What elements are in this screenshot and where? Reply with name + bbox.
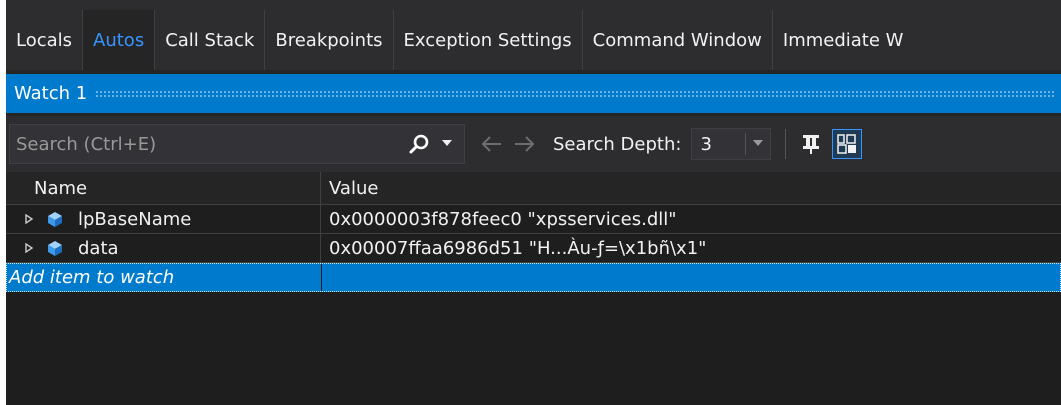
tab-exception-settings[interactable]: Exception Settings	[394, 10, 583, 70]
row-name-cell: lpBaseName	[6, 205, 321, 233]
expand-arrow-icon[interactable]	[24, 243, 34, 253]
add-item-value-cell	[322, 264, 1060, 291]
tab-autos[interactable]: Autos	[83, 10, 156, 70]
expand-arrow-icon[interactable]	[24, 214, 34, 224]
arrow-left-icon[interactable]	[479, 134, 503, 154]
watch-grid: Name Value lpBaseName 0x0000003f878feec0…	[6, 172, 1061, 405]
pin-icon	[803, 135, 820, 154]
cube-icon	[48, 241, 62, 256]
window-title-bar[interactable]: Watch 1	[6, 74, 1061, 113]
watch-window: Locals Autos Call Stack Breakpoints Exce…	[6, 0, 1061, 405]
arrow-right-icon[interactable]	[513, 134, 537, 154]
hex-display-icon	[837, 134, 857, 154]
search-input[interactable]	[10, 133, 380, 155]
tool-window-tabs: Locals Autos Call Stack Breakpoints Exce…	[6, 0, 1061, 70]
title-grip	[95, 90, 1055, 97]
search-depth-label: Search Depth:	[553, 133, 682, 155]
variable-value[interactable]: 0x0000003f878feec0 "xpsservices.dll"	[321, 205, 1061, 233]
tab-immediate-window[interactable]: Immediate W	[773, 10, 914, 70]
tab-call-stack[interactable]: Call Stack	[155, 10, 266, 70]
add-item-to-watch[interactable]: Add item to watch	[7, 264, 322, 291]
tab-command-window[interactable]: Command Window	[583, 10, 773, 70]
hex-display-button[interactable]	[832, 129, 863, 159]
grid-header: Name Value	[6, 172, 1061, 205]
variable-name: lpBaseName	[78, 208, 192, 230]
search-depth-value: 3	[700, 133, 712, 155]
row-name-cell: data	[6, 234, 321, 262]
tab-breakpoints[interactable]: Breakpoints	[265, 10, 394, 70]
column-header-name[interactable]: Name	[6, 172, 321, 204]
cube-icon	[48, 212, 62, 227]
variable-value[interactable]: 0x00007ffaa6986d51 "H...Àu-ƒ=\x1bñ\x1"	[321, 234, 1061, 262]
magnifier-icon[interactable]	[408, 133, 430, 155]
tab-locals[interactable]: Locals	[6, 10, 84, 70]
table-row[interactable]: lpBaseName 0x0000003f878feec0 "xpsservic…	[6, 205, 1061, 234]
variable-name: data	[78, 237, 119, 259]
toolbar-separator	[785, 129, 787, 159]
search-box	[9, 124, 465, 164]
watch-toolbar: Search Depth: 3	[6, 116, 1061, 172]
search-depth-select[interactable]: 3	[691, 128, 772, 160]
add-item-row[interactable]: Add item to watch	[6, 263, 1061, 292]
window-title: Watch 1	[14, 83, 88, 104]
pin-button[interactable]	[796, 129, 826, 159]
select-divider	[745, 133, 747, 155]
chevron-down-icon	[753, 140, 764, 146]
chevron-down-icon[interactable]	[442, 140, 452, 148]
column-header-value[interactable]: Value	[321, 172, 1061, 204]
table-row[interactable]: data 0x00007ffaa6986d51 "H...Àu-ƒ=\x1bñ\…	[6, 234, 1061, 263]
